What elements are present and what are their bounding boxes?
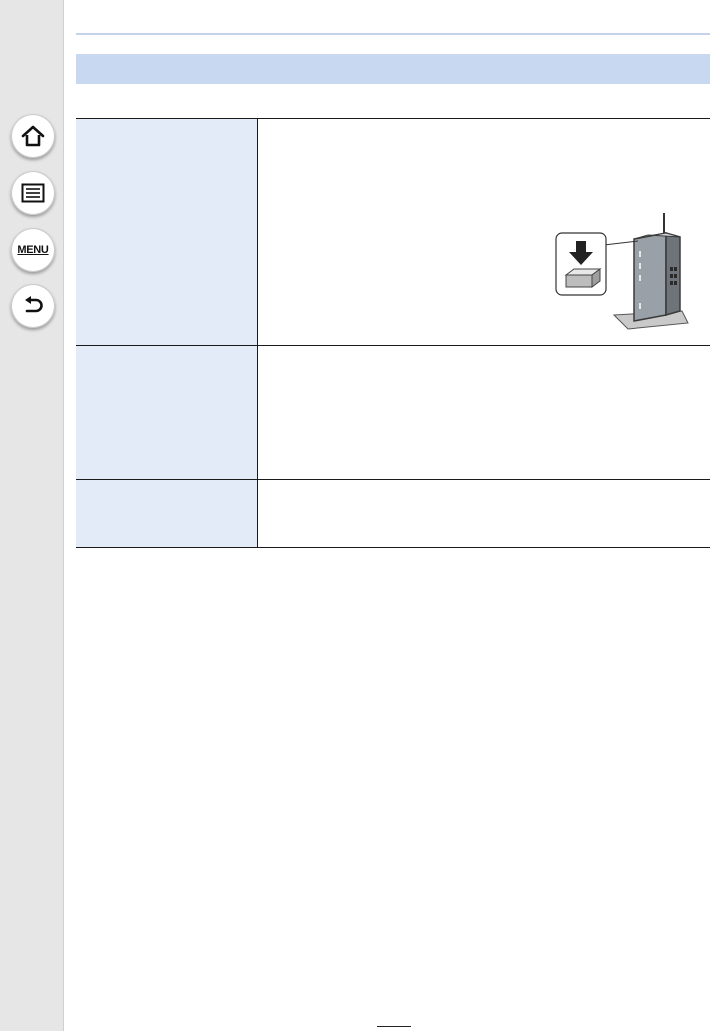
return-icon <box>21 295 45 317</box>
back-button[interactable] <box>11 284 55 328</box>
page-number-underline <box>377 1026 411 1027</box>
section-title-bar <box>76 54 710 84</box>
info-table <box>76 118 710 548</box>
home-icon <box>20 124 46 148</box>
contents-button[interactable] <box>11 171 55 215</box>
row-description-cell <box>257 118 710 346</box>
table-row <box>76 118 710 346</box>
row-label-cell <box>76 118 258 346</box>
header-rule <box>76 33 710 35</box>
row-label-cell <box>76 345 258 480</box>
menu-label: MENU <box>17 244 49 256</box>
row-label-cell <box>76 479 258 548</box>
home-button[interactable] <box>11 114 55 158</box>
row-description-cell <box>257 345 710 480</box>
table-row <box>76 479 710 548</box>
menu-button[interactable]: MENU <box>11 228 55 272</box>
table-row <box>76 345 710 480</box>
list-icon <box>21 183 45 203</box>
row-description-cell <box>257 479 710 548</box>
wireless-router-illustration <box>554 211 690 338</box>
nav-sidebar: MENU <box>0 0 64 1031</box>
